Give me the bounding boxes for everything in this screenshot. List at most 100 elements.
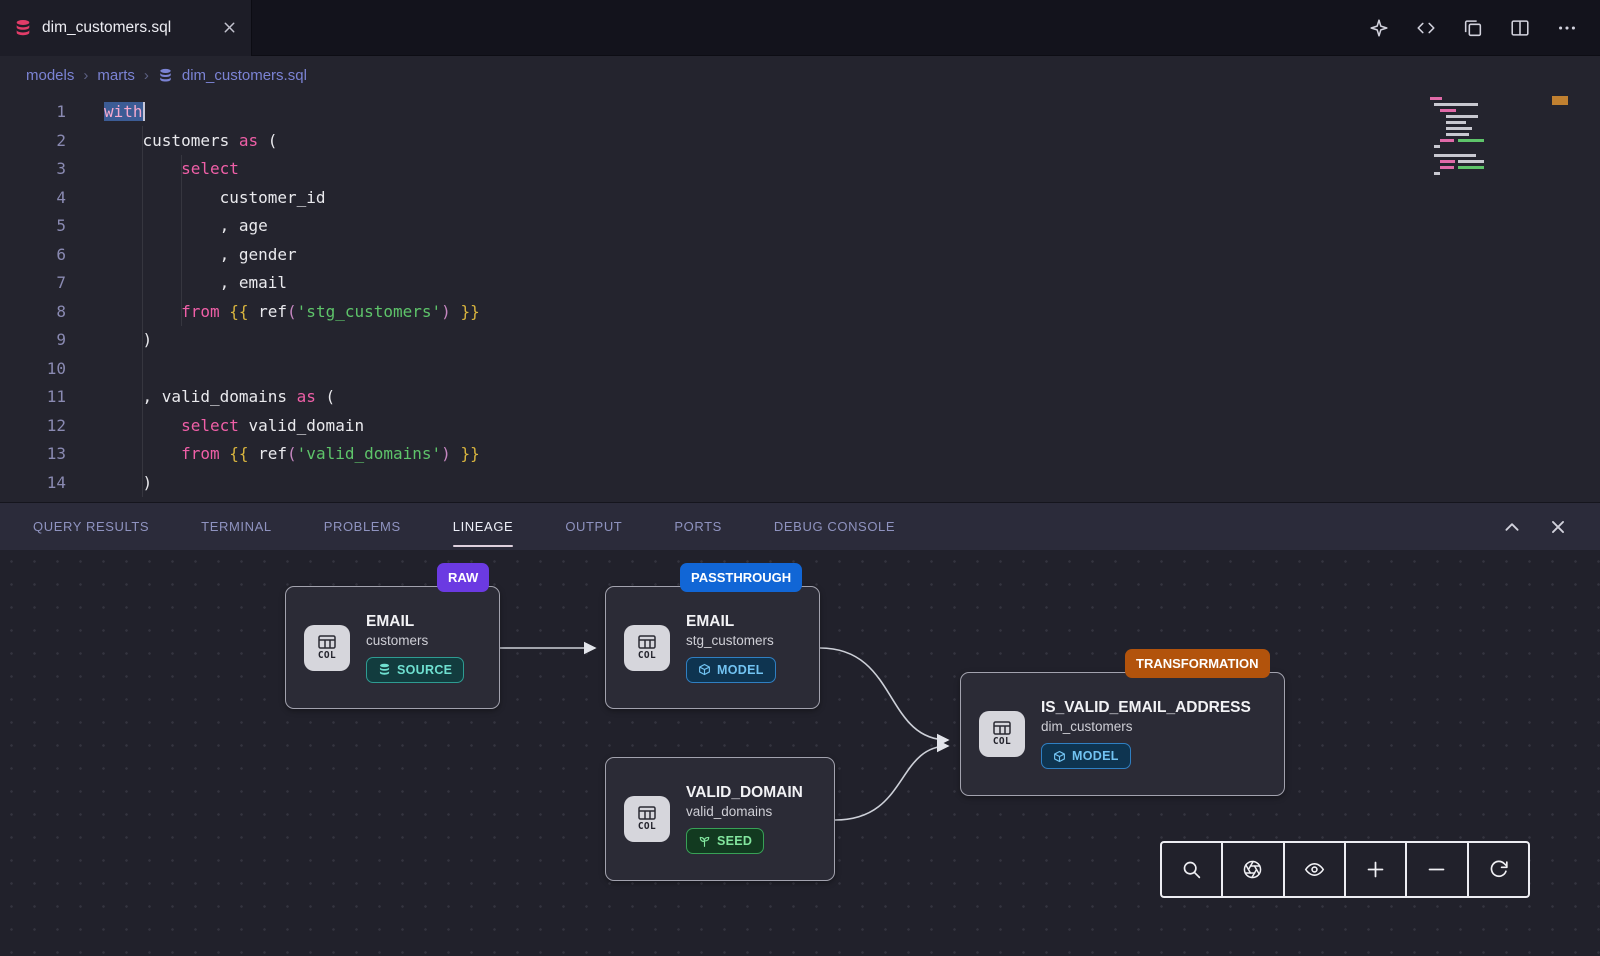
tag-passthrough[interactable]: PASSTHROUGH xyxy=(680,563,802,592)
breadcrumb-models[interactable]: models xyxy=(26,67,74,84)
line-number[interactable]: 8 xyxy=(0,298,66,327)
node-subtitle: dim_customers xyxy=(1041,719,1251,734)
editor-tab[interactable]: dim_customers.sql xyxy=(0,0,252,56)
code-line[interactable]: from {{ ref('valid_domains') }} xyxy=(104,440,1600,469)
breadcrumb-file[interactable]: dim_customers.sql xyxy=(182,67,307,84)
breadcrumb-separator: › xyxy=(144,67,149,84)
line-number[interactable]: 10 xyxy=(0,355,66,384)
indent-guide xyxy=(181,155,182,326)
source-badge[interactable]: SOURCE xyxy=(366,657,464,683)
code-line[interactable] xyxy=(104,355,1600,384)
database-icon xyxy=(14,19,32,37)
tab-ports[interactable]: PORTS xyxy=(674,503,722,550)
code-line[interactable]: select xyxy=(104,155,1600,184)
table-icon xyxy=(318,635,336,649)
code-line[interactable]: ) xyxy=(104,469,1600,498)
tab-debug-console[interactable]: DEBUG CONSOLE xyxy=(774,503,895,550)
collapse-panel-icon[interactable] xyxy=(1503,518,1521,536)
badge-label: MODEL xyxy=(717,663,764,677)
code-line[interactable]: , age xyxy=(104,212,1600,241)
line-number[interactable]: 1 xyxy=(0,98,66,127)
tab-query-results[interactable]: QUERY RESULTS xyxy=(33,503,149,550)
line-number[interactable]: 3 xyxy=(0,155,66,184)
code-line[interactable]: with xyxy=(104,98,1600,127)
node-title: EMAIL xyxy=(686,613,776,631)
code-area[interactable]: with customers as ( select customer_id ,… xyxy=(104,94,1600,502)
code-line[interactable] xyxy=(104,497,1600,502)
node-text: VALID_DOMAIN valid_domains SEED xyxy=(686,784,803,854)
minimap[interactable] xyxy=(1428,94,1532,178)
line-number[interactable]: 12 xyxy=(0,412,66,441)
line-number[interactable]: 14 xyxy=(0,469,66,498)
indent-guide xyxy=(142,126,143,497)
code-line[interactable]: ) xyxy=(104,326,1600,355)
search-icon xyxy=(1181,859,1202,880)
lineage-node-dim-customers[interactable]: COL IS_VALID_EMAIL_ADDRESS dim_customers… xyxy=(960,672,1285,796)
node-text: EMAIL customers SOURCE xyxy=(366,613,464,683)
tab-problems[interactable]: PROBLEMS xyxy=(324,503,401,550)
lineage-canvas[interactable]: RAW PASSTHROUGH TRANSFORMATION COL EMAIL… xyxy=(0,550,1600,956)
table-icon xyxy=(638,635,656,649)
search-button[interactable] xyxy=(1162,843,1221,896)
lineage-node-customers-email[interactable]: COL EMAIL customers SOURCE xyxy=(285,586,500,709)
breadcrumb: models › marts › dim_customers.sql xyxy=(0,56,1600,94)
visibility-button[interactable] xyxy=(1283,843,1344,896)
line-number[interactable]: 7 xyxy=(0,269,66,298)
code-line[interactable]: select valid_domain xyxy=(104,412,1600,441)
chip-label: COL xyxy=(638,650,656,661)
code-icon[interactable] xyxy=(1415,17,1437,39)
line-number[interactable]: 2 xyxy=(0,127,66,156)
code-line[interactable]: customer_id xyxy=(104,184,1600,213)
lineage-node-valid-domains[interactable]: COL VALID_DOMAIN valid_domains SEED xyxy=(605,757,835,881)
code-editor[interactable]: 123456789101112131415 with customers as … xyxy=(0,94,1600,502)
node-subtitle: valid_domains xyxy=(686,804,803,819)
model-badge[interactable]: MODEL xyxy=(1041,743,1131,769)
zoom-out-button[interactable] xyxy=(1405,843,1466,896)
close-tab-icon[interactable] xyxy=(222,20,237,35)
node-text: EMAIL stg_customers MODEL xyxy=(686,613,776,683)
refresh-icon xyxy=(1488,859,1509,880)
code-line[interactable]: , gender xyxy=(104,241,1600,270)
line-number[interactable]: 4 xyxy=(0,184,66,213)
lineage-toolbar xyxy=(1160,841,1530,898)
tab-output[interactable]: OUTPUT xyxy=(565,503,622,550)
tab-lineage[interactable]: LINEAGE xyxy=(453,503,514,550)
tag-raw[interactable]: RAW xyxy=(437,563,489,592)
panel-tab-bar: QUERY RESULTS TERMINAL PROBLEMS LINEAGE … xyxy=(0,502,1600,550)
code-line[interactable]: , email xyxy=(104,269,1600,298)
titlebar-actions xyxy=(1368,17,1600,39)
node-title: IS_VALID_EMAIL_ADDRESS xyxy=(1041,699,1251,717)
line-number[interactable]: 9 xyxy=(0,326,66,355)
code-line[interactable]: from {{ ref('stg_customers') }} xyxy=(104,298,1600,327)
line-number[interactable]: 11 xyxy=(0,383,66,412)
line-number[interactable]: 13 xyxy=(0,440,66,469)
node-text: IS_VALID_EMAIL_ADDRESS dim_customers MOD… xyxy=(1041,699,1251,769)
overview-ruler-mark xyxy=(1552,96,1568,105)
aperture-button[interactable] xyxy=(1221,843,1282,896)
node-subtitle: stg_customers xyxy=(686,633,776,648)
seed-badge[interactable]: SEED xyxy=(686,828,764,854)
copy-icon[interactable] xyxy=(1462,17,1484,39)
more-actions-icon[interactable] xyxy=(1556,17,1578,39)
model-badge[interactable]: MODEL xyxy=(686,657,776,683)
line-number[interactable]: 6 xyxy=(0,241,66,270)
tab-terminal[interactable]: TERMINAL xyxy=(201,503,272,550)
sparkle-icon[interactable] xyxy=(1368,17,1390,39)
chip-label: COL xyxy=(318,650,336,661)
node-title: EMAIL xyxy=(366,613,464,631)
code-line[interactable]: customers as ( xyxy=(104,127,1600,156)
chip-label: COL xyxy=(638,821,656,832)
breadcrumb-marts[interactable]: marts xyxy=(97,67,135,84)
line-number[interactable]: 15 xyxy=(0,497,66,502)
database-icon xyxy=(378,663,391,676)
split-editor-icon[interactable] xyxy=(1509,17,1531,39)
zoom-in-button[interactable] xyxy=(1344,843,1405,896)
tag-transformation[interactable]: TRANSFORMATION xyxy=(1125,649,1270,678)
column-chip: COL xyxy=(624,625,670,671)
code-line[interactable]: , valid_domains as ( xyxy=(104,383,1600,412)
lineage-node-stg-customers-email[interactable]: COL EMAIL stg_customers MODEL xyxy=(605,586,820,709)
minus-icon xyxy=(1426,859,1447,880)
close-panel-icon[interactable] xyxy=(1549,518,1567,536)
line-number[interactable]: 5 xyxy=(0,212,66,241)
refresh-button[interactable] xyxy=(1467,843,1528,896)
